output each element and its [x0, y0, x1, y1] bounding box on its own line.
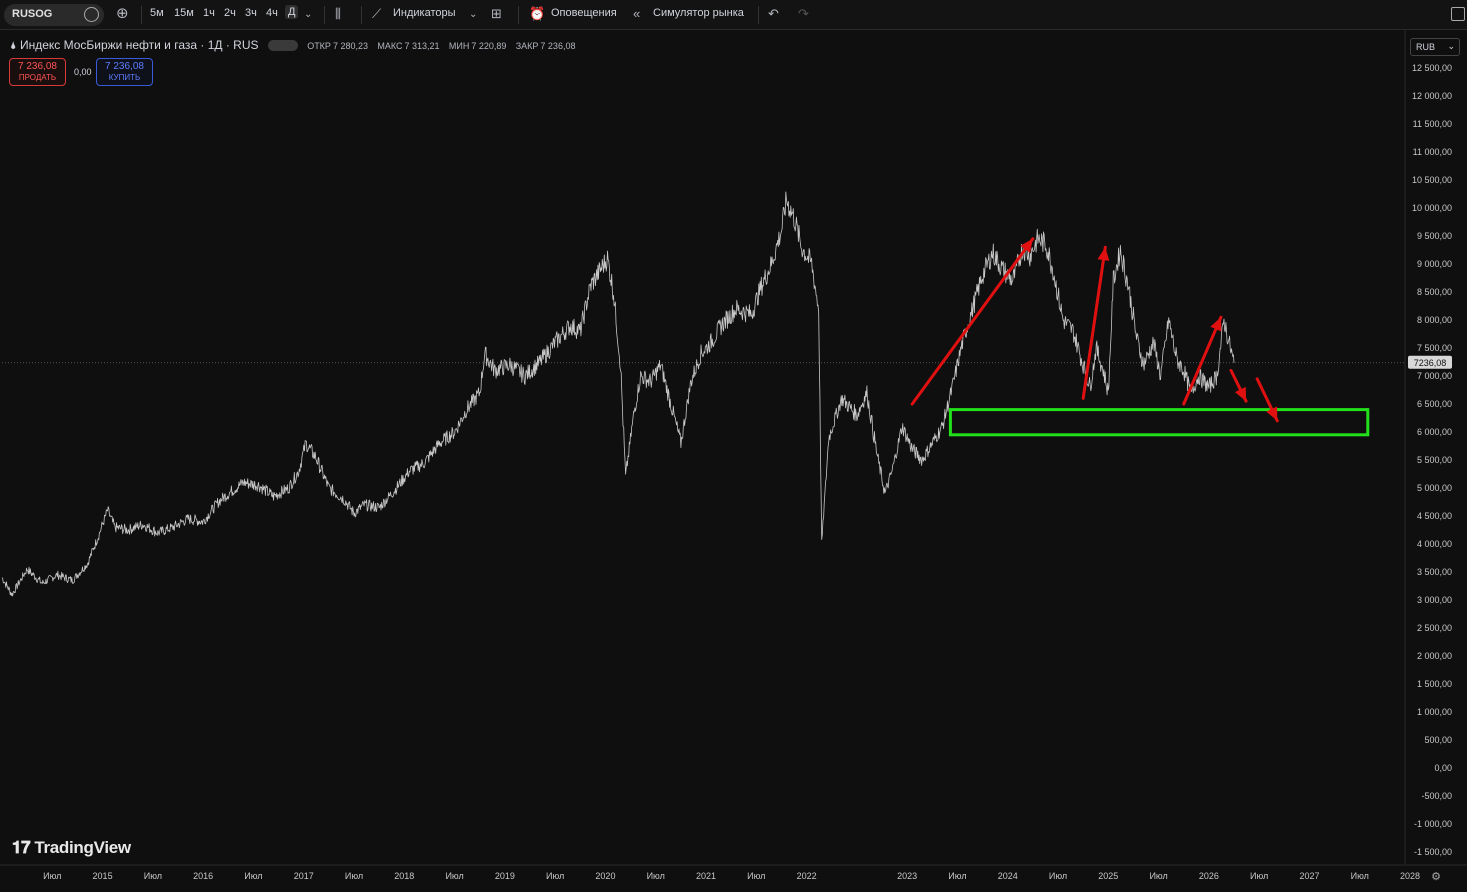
time-tick-label: 2021 — [696, 871, 716, 881]
time-tick-label: Июл — [445, 871, 463, 881]
time-tick-label: Июл — [43, 871, 61, 881]
time-tick-label: Июл — [1049, 871, 1067, 881]
price-tick-label: 5 500,00 — [1417, 455, 1452, 465]
time-tick-label: 2018 — [394, 871, 414, 881]
price-tick-label: 2 500,00 — [1417, 623, 1452, 633]
price-tick-label: 8 500,00 — [1417, 287, 1452, 297]
time-tick-label: 2019 — [495, 871, 515, 881]
price-tick-label: 11 000,00 — [1413, 147, 1452, 157]
time-tick-label: 2017 — [294, 871, 314, 881]
support-zone-rectangle — [948, 408, 1370, 437]
price-tick-label: 4 000,00 — [1417, 539, 1452, 549]
trend-arrow-3 — [1182, 315, 1223, 406]
price-tick-label: 9 000,00 — [1417, 259, 1452, 269]
price-tick-label: 12 000,00 — [1412, 91, 1452, 101]
brand-name: TradingView — [34, 838, 131, 857]
time-tick-label: Июл — [948, 871, 966, 881]
time-tick-label: Июл — [1149, 871, 1167, 881]
price-chart[interactable]: 12 500,00 12 000,00 11 500,00 11 000,00 10 5… — [0, 0, 1467, 892]
time-tick-label: Июл — [345, 871, 363, 881]
price-series — [1, 191, 1235, 597]
price-tick-label: -500,00 — [1421, 791, 1452, 801]
price-tick-label: 500,00 — [1424, 735, 1452, 745]
tradingview-logo-icon: 𝟏𝟕 — [12, 838, 31, 857]
price-tick-label: -1 500,00 — [1414, 847, 1452, 857]
time-tick-label: 2015 — [93, 871, 113, 881]
price-tick-label: 3 000,00 — [1417, 595, 1452, 605]
current-price-label: 7236,08 — [1414, 358, 1447, 368]
chart-plot-area — [0, 30, 1467, 866]
trend-arrow-2 — [1081, 245, 1107, 400]
price-tick-label: 4 500,00 — [1417, 511, 1452, 521]
time-tick-label: 2025 — [1098, 871, 1118, 881]
price-tick-label: 12 500,00 — [1412, 63, 1452, 73]
time-tick-label: Июл — [1351, 871, 1369, 881]
price-tick-label: 9 500,00 — [1417, 231, 1452, 241]
time-tick-label: Июл — [1250, 871, 1268, 881]
time-tick-label: Июл — [647, 871, 665, 881]
time-tick-label: 2022 — [797, 871, 817, 881]
price-tick-label: 0,00 — [1434, 763, 1452, 773]
time-tick-label: Июл — [244, 871, 262, 881]
time-tick-label: 2024 — [998, 871, 1018, 881]
time-tick-label: 2023 — [897, 871, 917, 881]
price-tick-label: 2 000,00 — [1417, 651, 1452, 661]
price-tick-label: 8 000,00 — [1417, 315, 1452, 325]
price-tick-label: 5 000,00 — [1417, 483, 1452, 493]
time-tick-label: Июл — [747, 871, 765, 881]
price-tick-label: 6 000,00 — [1417, 427, 1452, 437]
price-tick-label: 6 500,00 — [1417, 399, 1452, 409]
price-axis[interactable]: 12 500,00 12 000,00 11 500,00 11 000,00 10 5… — [1408, 63, 1452, 857]
price-tick-label: 3 500,00 — [1417, 567, 1452, 577]
time-tick-label: Июл — [144, 871, 162, 881]
price-tick-label: 10 500,00 — [1412, 175, 1452, 185]
price-tick-label: 7 000,00 — [1417, 371, 1452, 381]
time-tick-label: 2027 — [1299, 871, 1319, 881]
price-tick-label: 7 500,00 — [1417, 343, 1452, 353]
time-tick-label: 2026 — [1199, 871, 1219, 881]
trend-arrow-head-2 — [1097, 247, 1110, 261]
price-tick-label: 10 000,00 — [1412, 203, 1452, 213]
trend-arrow-1 — [910, 237, 1035, 406]
time-tick-label: 2020 — [595, 871, 615, 881]
price-tick-label: 1 000,00 — [1417, 707, 1452, 717]
time-axis-settings-icon[interactable]: ⚙ — [1431, 871, 1441, 883]
time-tick-label: 2028 — [1400, 871, 1420, 881]
price-tick-label: -1 000,00 — [1414, 819, 1452, 829]
price-tick-label: 1 500,00 — [1417, 679, 1452, 689]
price-tick-label: 11 500,00 — [1413, 119, 1452, 129]
drawing-annotations — [910, 237, 1370, 437]
time-axis[interactable]: Июл 2015 Июл 2016 Июл 2017 Июл 2018 Июл 2019 Июл 20… — [43, 871, 1441, 883]
time-tick-label: 2016 — [193, 871, 213, 881]
time-tick-label: Июл — [546, 871, 564, 881]
price-line — [1, 191, 1235, 597]
tradingview-logo: 𝟏𝟕 TradingView — [12, 838, 131, 858]
